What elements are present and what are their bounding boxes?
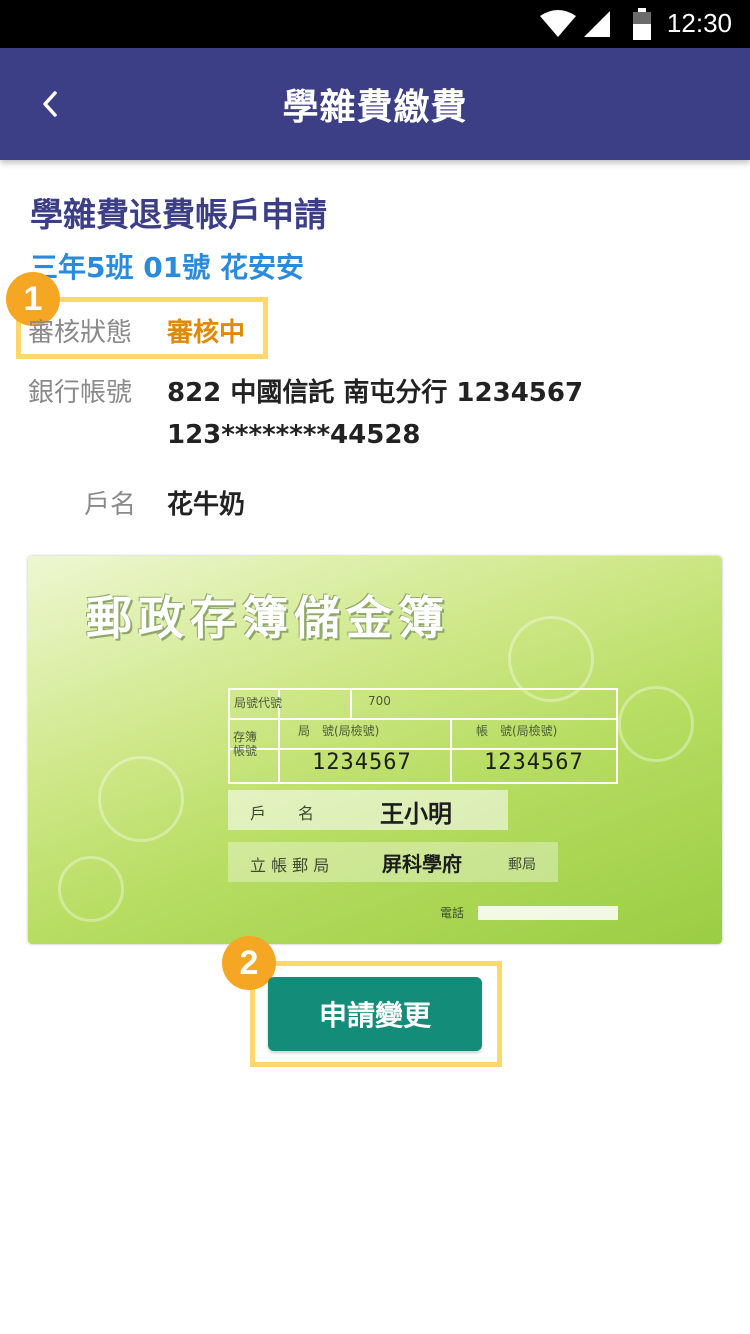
office-column-header: 局 號(局檢號) — [298, 724, 380, 738]
page-title: 學雜費繳費 — [282, 87, 468, 128]
account-label-vertical: 存簿帳號 — [233, 730, 258, 758]
bank-account-label: 銀行帳號 — [28, 378, 133, 408]
review-status-label: 審核狀態 — [28, 318, 133, 348]
wifi-icon — [540, 10, 576, 37]
watermark-circle — [98, 756, 184, 842]
bank-account-line1: 822 中國信託 南屯分行 1234567 — [167, 378, 584, 408]
bank-account-line2: 123********44528 — [167, 420, 421, 450]
office-value: 屏科學府 — [382, 852, 462, 876]
bureau-code: 700 — [368, 694, 391, 708]
section-title: 學雜費退費帳戶申請 — [30, 195, 327, 234]
passbook-title: 郵政存簿儲金簿 — [86, 591, 450, 645]
watermark-circle — [58, 856, 124, 922]
office-suffix: 郵局 — [508, 857, 536, 873]
watermark-circle — [618, 686, 694, 762]
bureau-code-label: 局號代號 — [234, 696, 283, 710]
name-value: 王小明 — [380, 800, 452, 828]
battery-icon — [633, 8, 651, 40]
status-bar: 12:30 — [0, 0, 750, 48]
app-bar: 學雜費繳費 — [0, 48, 750, 160]
phone-field — [478, 906, 618, 920]
review-status-value: 審核中 — [167, 318, 246, 348]
cellular-signal-icon — [584, 11, 610, 37]
phone-label: 電話 — [440, 906, 465, 920]
name-label: 戶 名 — [250, 804, 315, 823]
office-number: 1234567 — [312, 750, 412, 775]
account-holder-label: 戶名 — [84, 490, 137, 520]
clock: 12:30 — [666, 8, 732, 38]
apply-change-button[interactable]: 申請變更 — [268, 977, 482, 1051]
account-number: 1234567 — [484, 750, 584, 775]
account-holder-value: 花牛奶 — [167, 490, 246, 520]
passbook-image: 郵政存簿儲金簿 局號代號 700 存簿帳號 局 號(局檢號) 帳 號(局檢號) … — [28, 556, 722, 944]
office-label: 立 帳 郵 局 — [250, 856, 330, 875]
account-column-header: 帳 號(局檢號) — [476, 724, 558, 738]
student-info: 三年5班 01號 花安安 — [30, 251, 304, 284]
